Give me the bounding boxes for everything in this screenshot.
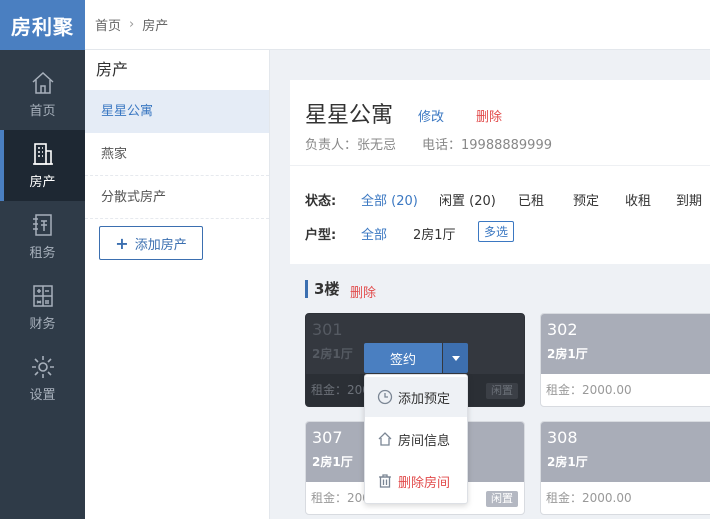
add-property-label: 添加房产 <box>134 237 187 253</box>
gear-icon <box>31 356 54 378</box>
sidebar-title: 房产 <box>96 60 129 79</box>
menu-item-delete-room[interactable]: 删除房间 <box>365 461 467 501</box>
plus-icon: + <box>115 233 129 253</box>
property-name: 星星公寓 <box>305 103 394 128</box>
property-header: 星星公寓 修改 删除 负责人：张无忌 电话：19988889999 状态: 全部… <box>290 80 710 264</box>
building-icon <box>32 143 53 165</box>
status-filter-reserved[interactable]: 预定 <box>573 190 599 209</box>
room-number: 308 <box>547 428 578 447</box>
type-filter-2br[interactable]: 2房1厅 <box>413 224 456 243</box>
nav-item-rental[interactable]: 租务 <box>0 201 85 272</box>
nav-item-home[interactable]: 首页 <box>0 59 85 130</box>
chevron-down-icon <box>451 355 460 361</box>
nav-item-finance[interactable]: 财务 <box>0 272 85 343</box>
sidebar-item-yanjia[interactable]: 燕家 <box>85 133 269 176</box>
breadcrumb-separator: › <box>129 17 135 32</box>
nav-label-settings: 设置 <box>29 388 56 403</box>
menu-label: 房间信息 <box>398 433 451 449</box>
nav-label-home: 首页 <box>29 104 56 119</box>
property-phone: 电话：19988889999 <box>422 138 552 153</box>
status-filter-idle[interactable]: 闲置 (20) <box>439 190 496 209</box>
sign-dropdown-toggle[interactable] <box>443 343 468 373</box>
property-sidebar: 房产 星星公寓 燕家 分散式房产 + 添加房产 <box>85 50 270 519</box>
clock-icon <box>377 389 393 405</box>
type-filter-all[interactable]: 全部 <box>361 224 387 243</box>
ledger-icon <box>32 214 52 236</box>
room-rent: 租金：2000.00 <box>546 491 632 505</box>
type-filter-label: 户型: <box>305 228 337 243</box>
status-filter-label: 状态: <box>305 194 337 209</box>
header-divider <box>290 165 710 166</box>
status-filter-all[interactable]: 全部 (20) <box>361 190 418 209</box>
breadcrumb-home[interactable]: 首页 <box>95 15 121 34</box>
room-type: 2房1厅 <box>547 347 588 361</box>
status-filter-rented[interactable]: 已租 <box>518 190 544 209</box>
room-number: 302 <box>547 320 578 339</box>
nav-label-finance: 财务 <box>29 317 56 332</box>
menu-label: 删除房间 <box>398 475 451 491</box>
main-nav: 房利聚 首页 房产 租务 财务 设置 <box>0 0 85 519</box>
status-badge: 闲置 <box>486 491 518 507</box>
status-filter-collect[interactable]: 收租 <box>625 190 651 209</box>
calculator-icon <box>32 285 53 307</box>
status-filter-expiring[interactable]: 到期 <box>676 190 702 209</box>
trash-icon <box>379 474 391 488</box>
menu-item-add-reservation[interactable]: 添加预定 <box>365 377 467 417</box>
room-action-menu: 添加预定 房间信息 删除房间 <box>364 374 468 504</box>
status-badge: 闲置 <box>486 383 518 399</box>
sidebar-item-xingxing[interactable]: 星星公寓 <box>85 90 269 133</box>
nav-item-property[interactable]: 房产 <box>0 130 85 201</box>
edit-property-link[interactable]: 修改 <box>418 106 444 125</box>
room-rent: 租金：2000.00 <box>546 383 632 397</box>
sidebar-item-scattered[interactable]: 分散式房产 <box>85 176 269 219</box>
menu-item-room-info[interactable]: 房间信息 <box>365 419 467 459</box>
home-icon <box>31 71 54 94</box>
breadcrumb: 首页 › 房产 <box>85 0 710 50</box>
house-outline-icon <box>378 432 392 446</box>
add-property-button[interactable]: + 添加房产 <box>99 226 203 260</box>
delete-property-link[interactable]: 删除 <box>476 106 502 125</box>
room-number: 301 <box>312 320 343 339</box>
room-card-302[interactable]: 302 2房1厅 租金：2000.00 <box>540 313 710 407</box>
breadcrumb-current: 房产 <box>142 19 169 34</box>
nav-label-property: 房产 <box>29 175 56 190</box>
app-logo[interactable]: 房利聚 <box>0 0 85 50</box>
room-type: 2房1厅 <box>547 455 588 469</box>
floor-title: 3楼 <box>305 280 339 298</box>
room-card-308[interactable]: 308 2房1厅 租金：2000.00 <box>540 421 710 515</box>
property-manager: 负责人：张无忌 <box>305 138 397 153</box>
delete-floor-link[interactable]: 删除 <box>350 282 376 301</box>
nav-label-rental: 租务 <box>29 246 56 261</box>
nav-item-settings[interactable]: 设置 <box>0 343 85 414</box>
multi-select-button[interactable]: 多选 <box>478 221 514 242</box>
menu-label: 添加预定 <box>398 391 451 407</box>
sign-contract-button[interactable]: 签约 <box>364 343 442 373</box>
